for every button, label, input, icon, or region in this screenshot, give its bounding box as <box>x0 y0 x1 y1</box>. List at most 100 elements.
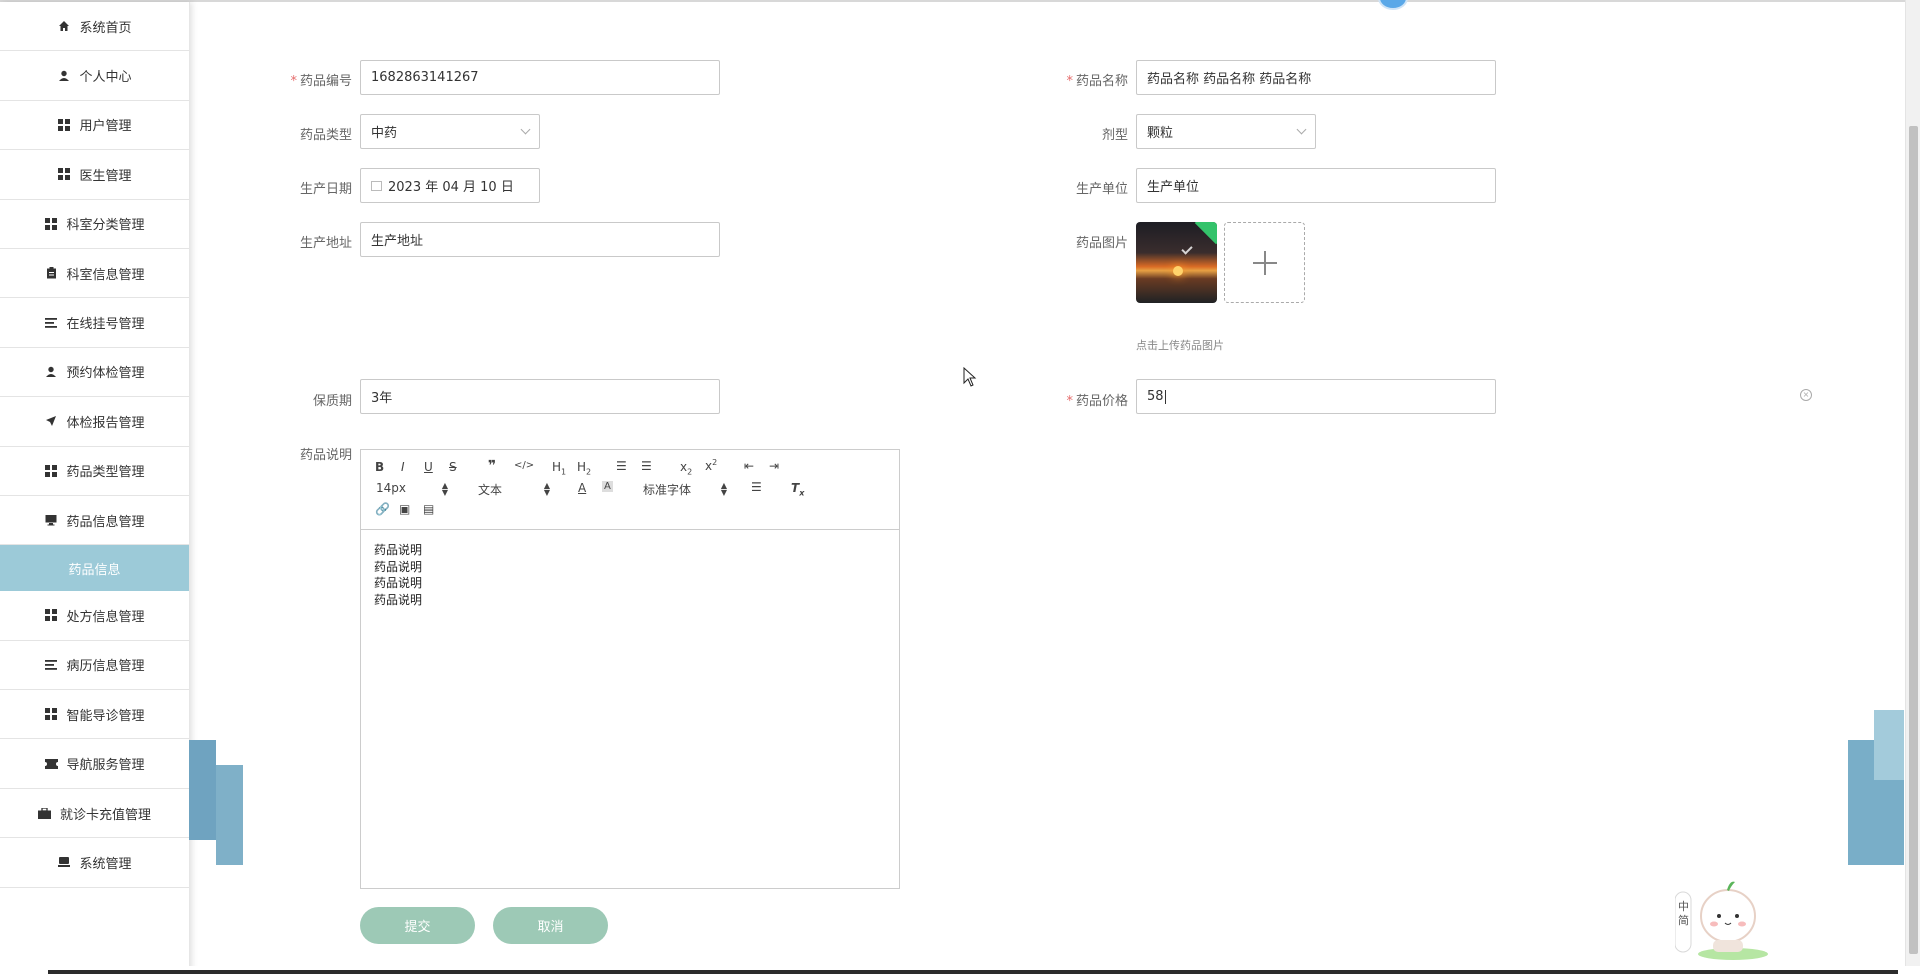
header-select[interactable]: 文本 ▲ ▼ <box>478 481 550 498</box>
description-label: 药品说明 <box>299 448 352 463</box>
mascot-image: 中简 <box>1674 874 1775 966</box>
superscript-button[interactable]: x2 <box>705 458 717 473</box>
text-cursor <box>1164 389 1166 404</box>
sidebar-item-profile[interactable]: 个人中心 <box>0 51 189 101</box>
sidebar-item-drug-types[interactable]: 药品类型管理 <box>0 447 189 496</box>
heading1-button[interactable]: H1 <box>552 460 566 476</box>
shelf-life-input[interactable]: 3年 <box>360 379 720 414</box>
list-icon <box>44 658 58 672</box>
sidebar-item-checkup-booking[interactable]: 预约体检管理 <box>0 348 189 398</box>
name-label: * 药品名称 <box>1066 74 1128 89</box>
editor-line: 药品说明 <box>374 559 423 574</box>
top-border <box>0 0 1920 2</box>
subscript-button[interactable]: x2 <box>680 460 692 476</box>
sidebar-item-card-recharge[interactable]: 就诊卡充值管理 <box>0 789 189 839</box>
briefcase-icon <box>38 806 52 820</box>
link-icon[interactable]: 🔗 <box>375 502 390 516</box>
monitor-icon <box>44 513 58 527</box>
sidebar-item-department-categories[interactable]: 科室分类管理 <box>0 200 189 249</box>
ordered-list-button[interactable]: ☰ <box>616 459 627 473</box>
sidebar-item-navigation-service[interactable]: 导航服务管理 <box>0 739 189 789</box>
upload-hint: 点击上传药品图片 <box>1136 339 1224 352</box>
font-size-select[interactable]: 14px ▲ ▼ <box>376 481 448 497</box>
calendar-icon <box>371 180 382 191</box>
grid-icon <box>44 608 58 622</box>
sidebar-item-checkup-reports[interactable]: 体检报告管理 <box>0 397 189 447</box>
sidebar-item-prescriptions[interactable]: 处方信息管理 <box>0 591 189 641</box>
submit-button[interactable]: 提交 <box>360 907 475 944</box>
sidebar-item-label: 科室分类管理 <box>66 218 145 234</box>
scrollbar[interactable] <box>1905 0 1920 974</box>
shelf-life-label: 保质期 <box>312 394 352 409</box>
background-color-button[interactable]: A <box>602 481 613 492</box>
heading2-button[interactable]: H2 <box>577 460 591 476</box>
chevron-down-icon <box>1296 124 1307 135</box>
close-icon[interactable]: × <box>1800 389 1812 401</box>
sun-graphic <box>1173 266 1183 276</box>
name-input[interactable]: 药品名称 药品名称 药品名称 <box>1136 60 1496 95</box>
sidebar-item-system[interactable]: 系统管理 <box>0 838 189 888</box>
date-label: 生产日期 <box>299 182 352 197</box>
computer-icon <box>57 855 71 869</box>
clear-format-icon[interactable]: Tx <box>791 481 804 497</box>
sidebar-subitem-drug-info[interactable]: 药品信息 <box>0 545 189 592</box>
bullet-list-button[interactable]: ☰ <box>641 459 652 473</box>
grid-icon <box>44 217 58 231</box>
bold-button[interactable]: B <box>375 460 384 474</box>
sidebar-item-users[interactable]: 用户管理 <box>0 101 189 151</box>
underline-button[interactable]: U <box>424 460 433 474</box>
indent-icon[interactable]: ⇥ <box>769 459 779 473</box>
sidebar-item-label: 系统管理 <box>79 856 132 872</box>
chevron-down-icon <box>520 124 531 135</box>
dosage-select[interactable]: 颗粒 <box>1136 114 1316 149</box>
address-input[interactable]: 生产地址 <box>360 222 720 257</box>
sidebar-item-home[interactable]: 系统首页 <box>0 2 189 52</box>
image-upload-button[interactable] <box>1224 222 1305 303</box>
blockquote-button[interactable]: ❞ <box>488 458 496 474</box>
price-input[interactable]: 58 <box>1136 379 1496 414</box>
editor-content[interactable]: 药品说明 药品说明 药品说明 药品说明 <box>361 530 899 620</box>
sidebar-item-label: 预约体检管理 <box>66 366 145 382</box>
grid-icon <box>57 167 71 181</box>
date-picker[interactable]: 2023 年 04 月 10 日 <box>360 168 540 203</box>
user-icon <box>57 69 71 83</box>
type-select[interactable]: 中药 <box>360 114 540 149</box>
italic-button[interactable]: I <box>401 460 405 474</box>
decorative-shape-left <box>189 740 216 840</box>
unit-label: 生产单位 <box>1075 182 1128 197</box>
code-input[interactable]: 1682863141267 <box>360 60 720 95</box>
sidebar-item-label: 体检报告管理 <box>66 415 145 431</box>
price-label: * 药品价格 <box>1066 394 1128 409</box>
font-color-button[interactable]: A <box>578 481 586 495</box>
sidebar-item-drug-info[interactable]: 药品信息管理 <box>0 496 189 546</box>
sidebar-item-label: 用户管理 <box>79 119 132 135</box>
ticket-icon <box>44 757 58 771</box>
sidebar-item-departments[interactable]: 科室信息管理 <box>0 249 189 299</box>
drug-image-thumbnail[interactable] <box>1136 222 1217 303</box>
sidebar-item-medical-records[interactable]: 病历信息管理 <box>0 641 189 691</box>
cancel-button[interactable]: 取消 <box>493 907 608 944</box>
sidebar-item-smart-triage[interactable]: 智能导诊管理 <box>0 690 189 740</box>
font-family-select[interactable]: 标准字体 ▲ ▼ <box>643 481 727 498</box>
sidebar-item-registration[interactable]: 在线挂号管理 <box>0 298 189 348</box>
scrollbar-thumb[interactable] <box>1909 126 1918 954</box>
sidebar-item-label: 就诊卡充值管理 <box>59 807 151 823</box>
video-icon[interactable]: ▤ <box>423 502 434 516</box>
avatar[interactable] <box>1378 0 1408 10</box>
sidebar-item-doctors[interactable]: 医生管理 <box>0 150 189 200</box>
list-icon <box>44 316 58 330</box>
sidebar-item-label: 药品类型管理 <box>66 465 145 481</box>
unit-input[interactable]: 生产单位 <box>1136 168 1496 203</box>
editor-line: 药品说明 <box>374 543 423 557</box>
align-icon[interactable]: ☰ <box>751 480 762 494</box>
clipboard-icon <box>44 266 58 280</box>
home-icon <box>57 19 71 33</box>
outdent-icon[interactable]: ⇤ <box>744 459 754 473</box>
image-icon[interactable]: ▣ <box>399 502 410 516</box>
check-icon <box>1181 243 1193 255</box>
rich-text-editor[interactable]: B I U S ❞ </> H1 H2 ☰ ☰ x2 x2 ⇤ ⇥ 14px ▲ ▼… <box>360 449 900 889</box>
strikethrough-button[interactable]: S <box>449 460 457 474</box>
sidebar: 系统首页 个人中心 用户管理 医生管理 科室分类管理 科室信息管理 在线挂号管理… <box>0 2 190 974</box>
mouse-cursor-icon <box>963 367 977 387</box>
code-block-button[interactable]: </> <box>514 460 534 471</box>
